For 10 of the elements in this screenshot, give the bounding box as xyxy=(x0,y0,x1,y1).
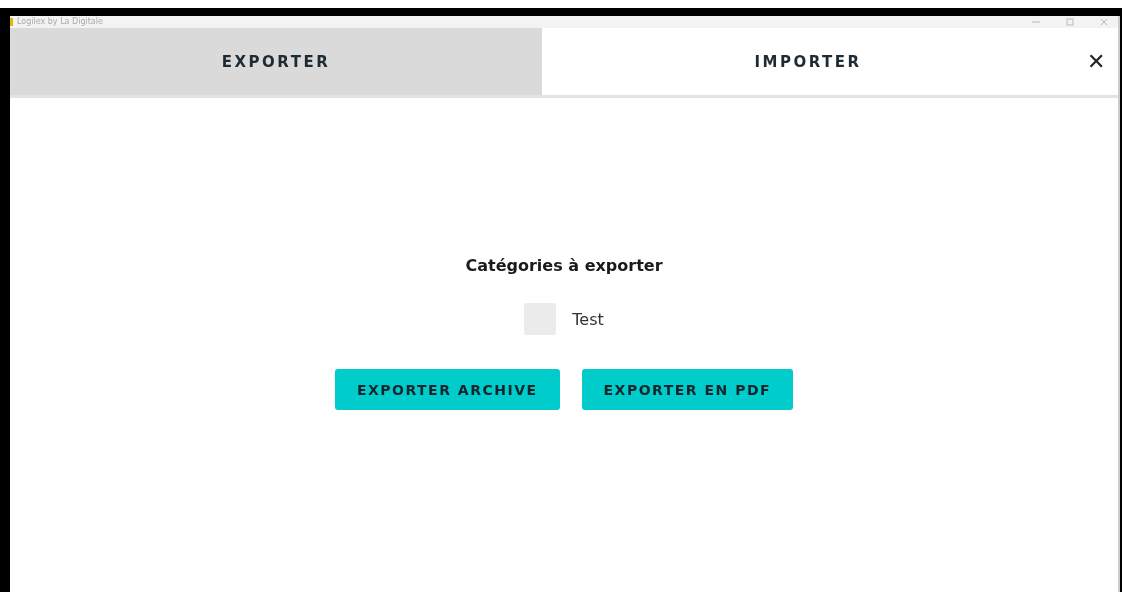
tab[interactable]: EXPORTER xyxy=(10,28,542,95)
minimize-icon[interactable] xyxy=(1032,18,1040,26)
section-heading: Catégories à exporter xyxy=(465,256,663,275)
close-icon[interactable] xyxy=(1100,18,1108,26)
export-button[interactable]: EXPORTER ARCHIVE xyxy=(334,369,560,410)
window-title: Logilex by La Digitale xyxy=(17,17,104,27)
app-icon xyxy=(10,18,13,26)
checkbox-label: Test xyxy=(572,309,604,329)
export-button[interactable]: EXPORTER EN PDF xyxy=(581,369,794,410)
maximize-icon[interactable] xyxy=(1066,18,1074,26)
